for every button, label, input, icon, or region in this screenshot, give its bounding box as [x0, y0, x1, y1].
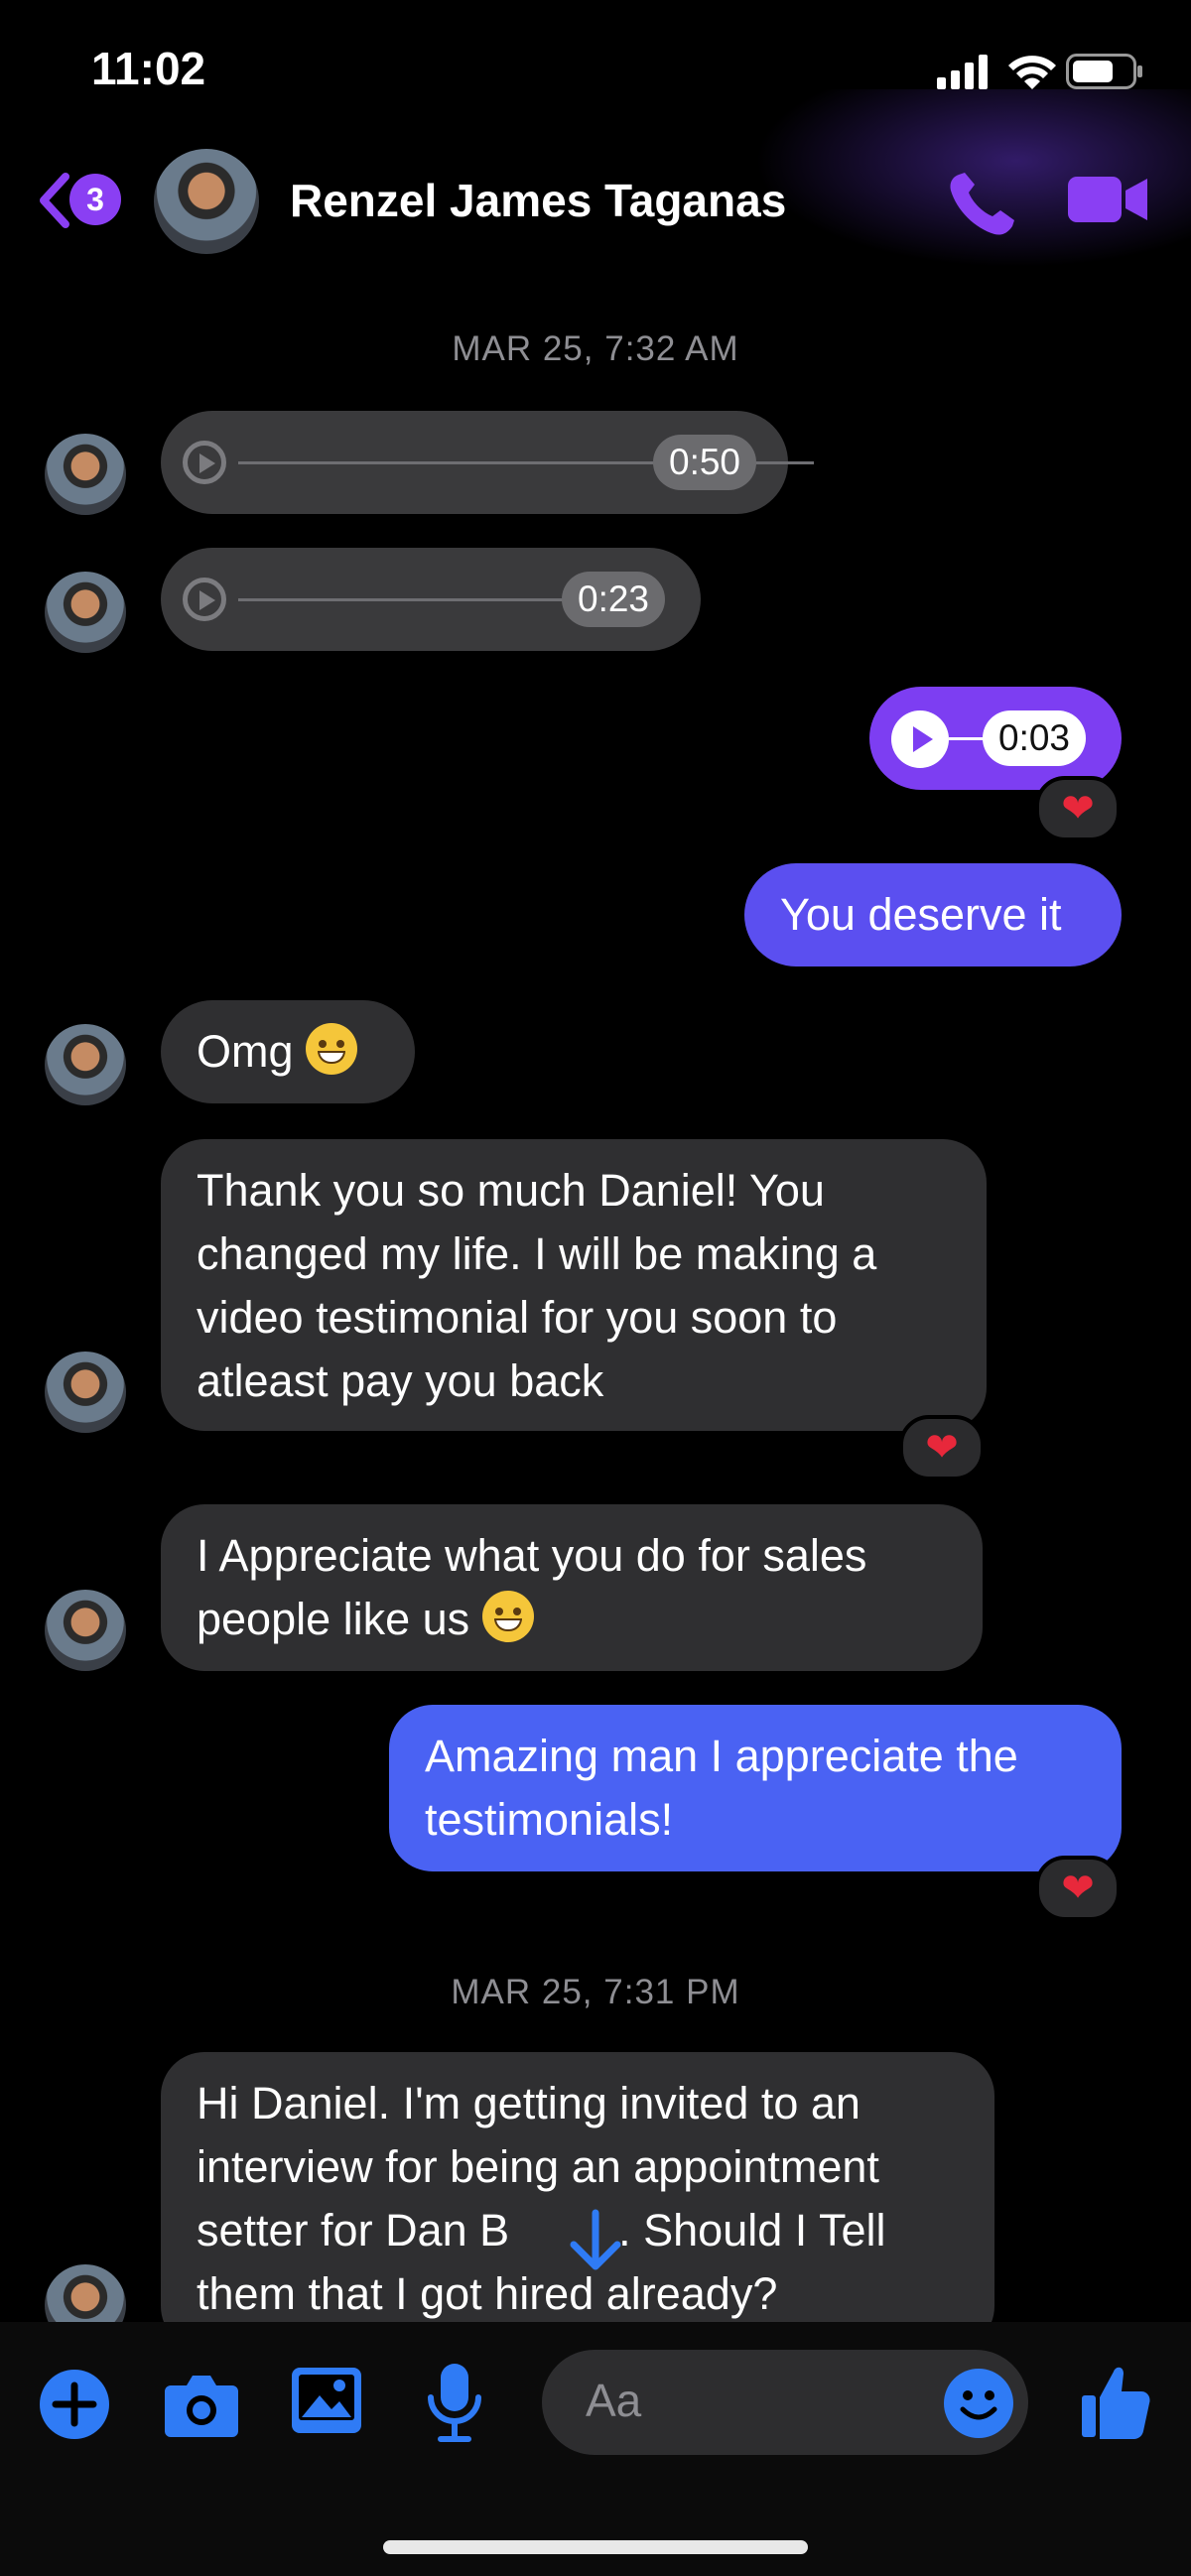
grin-emoji-icon — [481, 1591, 534, 1642]
scroll-down-icon[interactable] — [556, 2201, 635, 2280]
microphone-icon[interactable] — [425, 2362, 484, 2445]
message-line: atleast pay you back — [197, 1355, 604, 1406]
heart-reaction[interactable]: ❤ — [1035, 776, 1121, 841]
message-line: people like us — [197, 1594, 470, 1644]
message-text: Omg — [197, 1026, 294, 1077]
message-line: setter for Dan B — [197, 2205, 510, 2255]
audio-duration: 0:03 — [983, 710, 1087, 766]
camera-icon[interactable] — [163, 2368, 240, 2439]
thumbs-up-icon[interactable] — [1080, 2362, 1151, 2441]
rofl-emoji-icon — [306, 1023, 358, 1075]
timestamp: MAR 25, 7:31 PM — [451, 1973, 740, 2011]
message-line: testimonials! — [425, 1794, 674, 1845]
message-outgoing[interactable]: You deserve it — [744, 863, 1122, 966]
sender-avatar[interactable] — [45, 572, 126, 653]
heart-reaction[interactable]: ❤ — [1035, 1856, 1121, 1921]
heart-icon: ❤ — [1061, 787, 1095, 831]
battery-icon — [1066, 54, 1142, 89]
sender-avatar[interactable] — [45, 1590, 126, 1671]
message-line: Amazing man I appreciate the — [425, 1731, 1018, 1781]
heart-icon: ❤ — [925, 1426, 959, 1470]
video-camera-icon[interactable] — [1066, 171, 1149, 228]
wifi-icon — [1008, 56, 1056, 89]
message-line: . Should I Tell — [618, 2205, 886, 2255]
message-text: You deserve it — [780, 889, 1062, 940]
message-line: changed my life. I will be making a — [197, 1228, 877, 1279]
add-icon[interactable] — [38, 2368, 111, 2441]
timestamp: MAR 25, 7:32 AM — [452, 329, 739, 368]
phone-icon[interactable] — [945, 169, 1020, 238]
message-line: Hi Daniel. I'm getting invited to an — [197, 2078, 860, 2128]
contact-avatar[interactable] — [154, 149, 259, 254]
message-input-placeholder: Aa — [586, 2375, 642, 2426]
sender-avatar[interactable] — [45, 1352, 126, 1433]
gallery-icon[interactable] — [290, 2366, 363, 2435]
play-icon[interactable] — [183, 578, 226, 621]
message-line: Thank you so much Daniel! You — [197, 1165, 825, 1216]
message-incoming[interactable]: I Appreciate what you do for sales peopl… — [161, 1504, 983, 1671]
voice-message[interactable]: 0:23 — [161, 548, 701, 651]
back-chevron-icon[interactable] — [34, 171, 73, 230]
message-incoming[interactable]: Omg — [161, 1000, 415, 1103]
message-line: interview for being an appointment — [197, 2141, 879, 2192]
emoji-icon[interactable] — [943, 2368, 1014, 2439]
unread-badge[interactable]: 3 — [69, 174, 121, 225]
contact-name[interactable]: Renzel James Taganas — [290, 174, 786, 227]
audio-duration: 0:50 — [653, 435, 757, 490]
message-incoming[interactable]: Thank you so much Daniel! You changed my… — [161, 1139, 987, 1431]
heart-reaction[interactable]: ❤ — [899, 1415, 985, 1481]
status-time: 11:02 — [91, 43, 206, 94]
heart-icon: ❤ — [1061, 1867, 1095, 1910]
audio-duration: 0:23 — [562, 572, 666, 627]
voice-message-outgoing[interactable]: 0:03 — [869, 687, 1122, 790]
play-icon[interactable] — [891, 710, 949, 768]
play-icon[interactable] — [183, 441, 226, 484]
cellular-signal-icon — [937, 55, 988, 89]
sender-avatar[interactable] — [45, 434, 126, 515]
home-indicator[interactable] — [383, 2540, 808, 2554]
message-outgoing[interactable]: Amazing man I appreciate the testimonial… — [389, 1705, 1122, 1871]
sender-avatar[interactable] — [45, 1024, 126, 1105]
message-line: I Appreciate what you do for sales — [197, 1530, 867, 1581]
message-line: video testimonial for you soon to — [197, 1292, 838, 1343]
voice-message[interactable]: 0:50 — [161, 411, 814, 514]
